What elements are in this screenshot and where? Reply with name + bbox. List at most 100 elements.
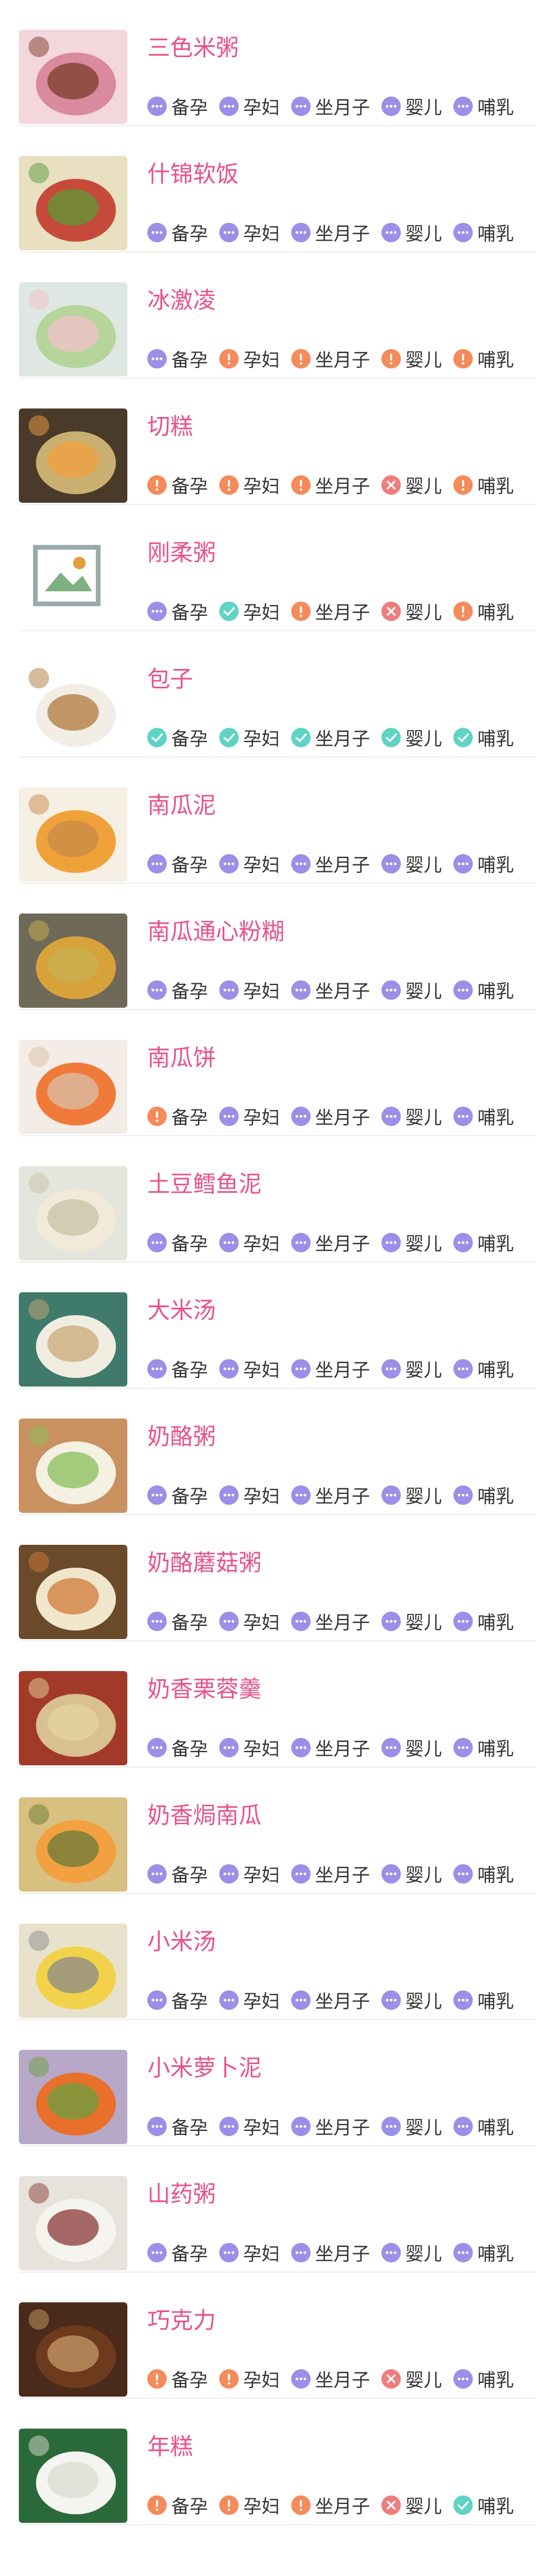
food-list-item[interactable]: 冰激凌 备孕 孕妇 坐月子 婴儿 哺乳 <box>0 253 555 379</box>
group-label: 坐月子 <box>315 223 371 245</box>
group-label: 孕妇 <box>243 1485 280 1507</box>
group-label: 哺乳 <box>477 980 514 1002</box>
suitability-tag: 备孕 <box>147 598 208 624</box>
suitability-tags: 备孕 孕妇 坐月子 婴儿 哺乳 <box>147 851 514 876</box>
food-list-item[interactable]: 大米汤 备孕 孕妇 坐月子 婴儿 哺乳 <box>0 1263 555 1389</box>
food-thumbnail <box>19 1419 127 1513</box>
group-label: 备孕 <box>171 1107 208 1128</box>
dots-icon <box>453 223 473 242</box>
group-label: 坐月子 <box>315 980 371 1002</box>
food-thumbnail <box>19 2176 127 2270</box>
food-list-item[interactable]: 奶香栗蓉羹 备孕 孕妇 坐月子 婴儿 哺乳 <box>0 1641 555 1768</box>
group-label: 坐月子 <box>315 2369 371 2391</box>
suitability-tag: 哺乳 <box>453 851 514 877</box>
group-label: 婴儿 <box>405 2117 443 2138</box>
food-name: 大米汤 <box>147 1297 216 1324</box>
dots-icon <box>453 97 473 116</box>
dots-icon <box>291 1864 311 1884</box>
dots-icon <box>381 2117 401 2136</box>
group-label: 婴儿 <box>405 1359 443 1381</box>
suitability-tag: 哺乳 <box>453 2366 514 2392</box>
dots-icon <box>147 1485 167 1505</box>
suitability-tag: 哺乳 <box>453 1987 514 2013</box>
suitability-tag: 孕妇 <box>219 1987 280 2013</box>
group-label: 哺乳 <box>477 602 514 623</box>
food-list-item[interactable]: 奶酪蘑菇粥 备孕 孕妇 坐月子 婴儿 哺乳 <box>0 1515 555 1641</box>
food-list-item[interactable]: 南瓜饼 备孕 孕妇 坐月子 婴儿 哺乳 <box>0 1010 555 1136</box>
food-list-item[interactable]: 南瓜泥 备孕 孕妇 坐月子 婴儿 哺乳 <box>0 758 555 884</box>
suitability-tags: 备孕 孕妇 坐月子 婴儿 哺乳 <box>147 1483 514 1508</box>
group-label: 备孕 <box>171 2495 208 2517</box>
food-thumbnail <box>19 282 127 376</box>
suitability-tag: 坐月子 <box>291 2366 370 2392</box>
group-label: 哺乳 <box>477 223 514 245</box>
food-thumbnail <box>19 2050 127 2144</box>
group-label: 孕妇 <box>243 1233 280 1255</box>
food-thumbnail <box>19 30 127 124</box>
suitability-tag: 孕妇 <box>219 93 280 119</box>
suitability-tag: 备孕 <box>147 851 208 877</box>
suitability-tag: 备孕 <box>147 1987 208 2013</box>
group-label: 备孕 <box>171 1738 208 1760</box>
group-label: 婴儿 <box>405 349 443 371</box>
food-list-item[interactable]: 切糕 备孕 孕妇 坐月子 婴儿 哺乳 <box>0 379 555 505</box>
group-label: 坐月子 <box>315 2243 371 2265</box>
dots-icon <box>219 1359 239 1379</box>
exclamation-icon <box>453 349 473 368</box>
suitability-tag: 坐月子 <box>291 93 370 119</box>
group-label: 孕妇 <box>243 2369 280 2391</box>
suitability-tag: 坐月子 <box>291 1229 370 1256</box>
suitability-tag: 哺乳 <box>453 1229 514 1256</box>
dots-icon <box>291 1990 311 2010</box>
suitability-tag: 婴儿 <box>381 724 442 751</box>
food-thumbnail <box>19 1671 127 1765</box>
group-label: 坐月子 <box>315 349 371 371</box>
suitability-tag: 孕妇 <box>219 1734 280 1761</box>
food-list-item[interactable]: 小米汤备孕 孕妇 坐月子 婴儿 哺乳 <box>0 1894 555 2020</box>
food-list-item[interactable]: 南瓜通心粉糊 备孕 孕妇 坐月子 婴儿 哺乳 <box>0 884 555 1010</box>
suitability-tag: 哺乳 <box>453 724 514 751</box>
group-label: 坐月子 <box>315 1359 371 1381</box>
food-list-item[interactable]: 奶香焗南瓜 备孕 孕妇 坐月子 婴儿 哺乳 <box>0 1768 555 1894</box>
food-thumbnail <box>19 2302 127 2397</box>
group-label: 哺乳 <box>477 1233 514 1255</box>
suitability-tag: 孕妇 <box>219 1482 280 1508</box>
exclamation-icon <box>147 1107 167 1126</box>
food-list-item[interactable]: 什锦软饭 备孕 孕妇 坐月子 婴儿 哺乳 <box>0 126 555 253</box>
suitability-tag: 哺乳 <box>453 1103 514 1129</box>
group-label: 孕妇 <box>243 728 280 750</box>
group-label: 婴儿 <box>405 2495 443 2517</box>
dots-icon <box>291 1485 311 1505</box>
dots-icon <box>219 1485 239 1505</box>
suitability-tag: 坐月子 <box>291 724 370 751</box>
food-list-item[interactable]: 土豆鳕鱼泥 备孕 孕妇 坐月子 婴儿 哺乳 <box>0 1136 555 1263</box>
food-name: 小米汤 <box>147 1929 216 1955</box>
food-name: 年糕 <box>147 2434 193 2460</box>
broken-image-icon <box>19 535 127 629</box>
suitability-tag: 坐月子 <box>291 1987 370 2013</box>
food-list-item[interactable]: 奶酪粥 备孕 孕妇 坐月子 婴儿 哺乳 <box>0 1389 555 1515</box>
suitability-tag: 婴儿 <box>381 1987 442 2013</box>
food-name: 切糕 <box>147 414 193 440</box>
check-icon <box>381 728 401 747</box>
food-name: 包子 <box>147 666 193 692</box>
food-list-item[interactable]: 三色米粥 备孕 孕妇 坐月子 婴儿 哺乳 <box>0 0 555 126</box>
food-list-item[interactable]: 包子 备孕 孕妇 坐月子 婴儿 哺乳 <box>0 631 555 758</box>
check-icon <box>219 602 239 621</box>
suitability-tag: 孕妇 <box>219 851 280 877</box>
food-list-item[interactable]: 年糕 备孕 孕妇 坐月子 婴儿 哺乳 <box>0 2399 555 2525</box>
suitability-tag: 孕妇 <box>219 1608 280 1634</box>
food-thumbnail <box>19 1166 127 1260</box>
food-list-item[interactable]: 刚柔粥 备孕 孕妇 坐月子 婴儿 哺乳 <box>0 505 555 631</box>
food-list-item[interactable]: 巧克力 备孕 孕妇 坐月子 婴儿 哺乳 <box>0 2273 555 2399</box>
suitability-tag: 坐月子 <box>291 598 370 624</box>
food-list-item[interactable]: 小米萝卜泥 备孕 孕妇 坐月子 婴儿 哺乳 <box>0 2020 555 2146</box>
suitability-tag: 哺乳 <box>453 1734 514 1761</box>
dots-icon <box>147 1990 167 2010</box>
food-list-item[interactable]: 山药粥 备孕 孕妇 坐月子 婴儿 哺乳 <box>0 2146 555 2273</box>
group-label: 婴儿 <box>405 728 443 750</box>
suitability-tag: 坐月子 <box>291 2113 370 2140</box>
group-label: 哺乳 <box>477 1359 514 1381</box>
group-label: 哺乳 <box>477 97 514 118</box>
suitability-tag: 婴儿 <box>381 1482 442 1508</box>
